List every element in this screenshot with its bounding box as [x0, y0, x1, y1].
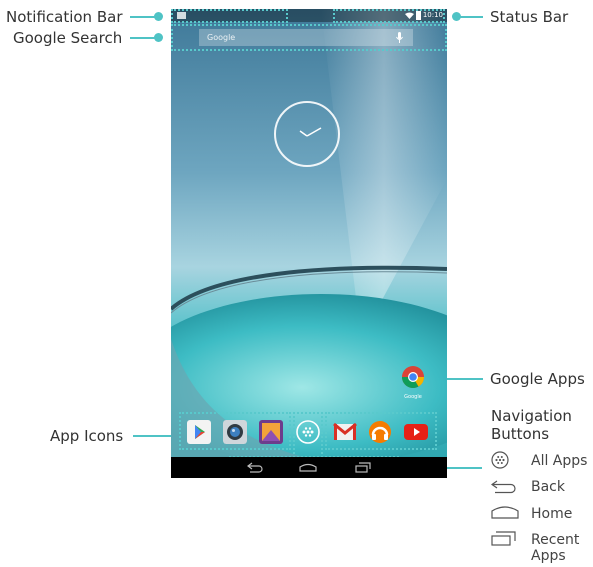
gmail-icon[interactable] — [333, 420, 357, 444]
google-search-dot — [154, 33, 163, 42]
all-apps-icon[interactable] — [296, 420, 320, 444]
clock-hands — [299, 127, 322, 137]
search-placeholder: Google — [207, 33, 236, 42]
navigation-buttons-label-line2: Buttons — [491, 425, 550, 443]
google-apps-folder[interactable]: Google — [401, 365, 425, 400]
analog-clock-widget[interactable] — [274, 101, 340, 167]
google-folder-label: Google — [404, 394, 422, 400]
back-icon[interactable] — [247, 462, 263, 473]
google-search-label: Google Search — [13, 29, 123, 47]
play-store-icon[interactable] — [187, 420, 211, 444]
legend-all-apps: All Apps — [531, 453, 588, 469]
home-icon — [491, 506, 519, 519]
recent-apps-icon — [491, 531, 516, 546]
status-area-highlight — [333, 9, 445, 23]
youtube-icon[interactable] — [404, 420, 428, 444]
play-music-icon[interactable] — [368, 420, 392, 444]
google-apps-label: Google Apps — [490, 370, 585, 388]
notification-bar-dot — [154, 12, 163, 21]
google-search-bar[interactable]: Google — [199, 29, 413, 46]
tablet-screen: 10:10 Google Google — [171, 9, 447, 478]
navigation-buttons-label-line1: Navigation — [491, 407, 572, 425]
chrome-icon — [402, 366, 424, 388]
all-apps-icon — [491, 451, 509, 469]
legend-home: Home — [531, 506, 573, 522]
gallery-icon[interactable] — [259, 420, 283, 444]
legend-recent-apps-line1: Recent — [531, 532, 580, 548]
notification-area-highlight — [171, 9, 288, 23]
legend-recent-apps-line2: Apps — [531, 548, 566, 564]
navigation-bar — [171, 457, 447, 478]
recent-apps-icon[interactable] — [355, 462, 371, 473]
camera-icon[interactable] — [223, 420, 247, 444]
home-wallpaper — [171, 9, 447, 478]
status-bar-leader — [457, 16, 483, 18]
legend-back: Back — [531, 479, 565, 495]
notification-bar-label: Notification Bar — [6, 8, 123, 26]
home-icon[interactable] — [299, 463, 317, 472]
google-apps-leader — [441, 378, 483, 380]
app-icons-label: App Icons — [50, 427, 124, 445]
status-bar-label: Status Bar — [490, 8, 569, 26]
microphone-icon[interactable] — [396, 32, 403, 43]
back-icon — [491, 480, 516, 494]
